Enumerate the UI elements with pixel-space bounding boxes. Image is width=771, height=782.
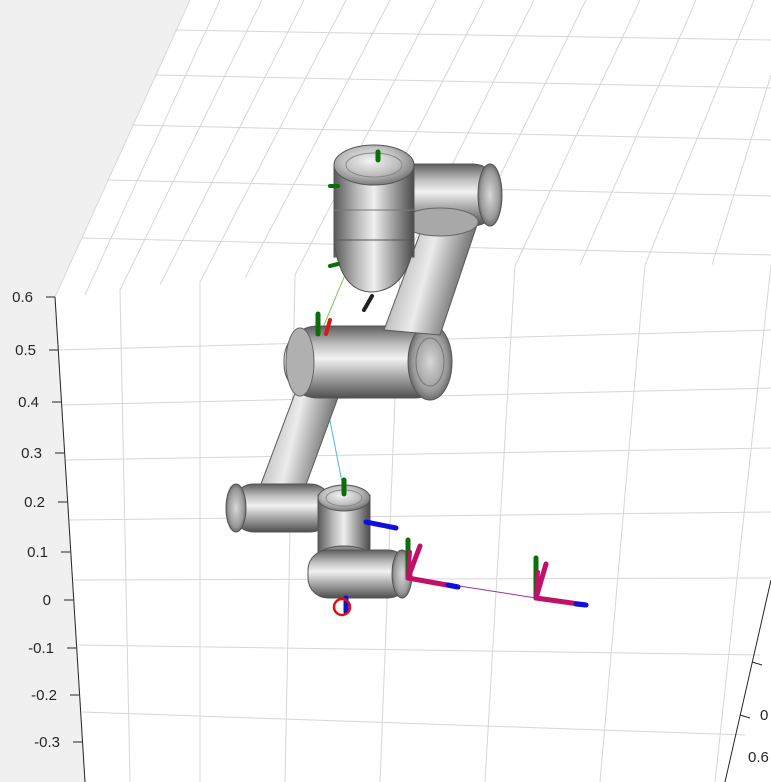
z-tick-label: 0.3 [21, 445, 42, 462]
z-tick-label: 0.5 [15, 342, 36, 359]
y-tick-label: 0.6 [748, 749, 769, 766]
z-tick-label: -0.2 [31, 687, 57, 704]
robot-3d-plot[interactable]: 0.6 0.5 0.4 0.3 0.2 0.1 0 -0.1 -0.2 -0.3… [0, 0, 771, 782]
z-tick-label: 0 [43, 592, 51, 609]
wrist-joint [333, 144, 415, 293]
z-tick-label: 0.4 [18, 394, 39, 411]
z-tick-label: -0.1 [28, 640, 54, 657]
z-axis-tick-labels: 0.6 0.5 0.4 0.3 0.2 0.1 0 -0.1 -0.2 -0.3 [12, 289, 60, 751]
z-tick-label: 0.1 [27, 544, 48, 561]
z-tick-label: -0.3 [34, 734, 60, 751]
shoulder-joint [225, 483, 333, 533]
y-tick-label: 0 [760, 707, 768, 724]
elbow-joint [283, 323, 453, 401]
z-tick-label: 0.6 [12, 289, 33, 306]
z-tick-label: 0.2 [24, 494, 45, 511]
base-link [307, 549, 413, 599]
